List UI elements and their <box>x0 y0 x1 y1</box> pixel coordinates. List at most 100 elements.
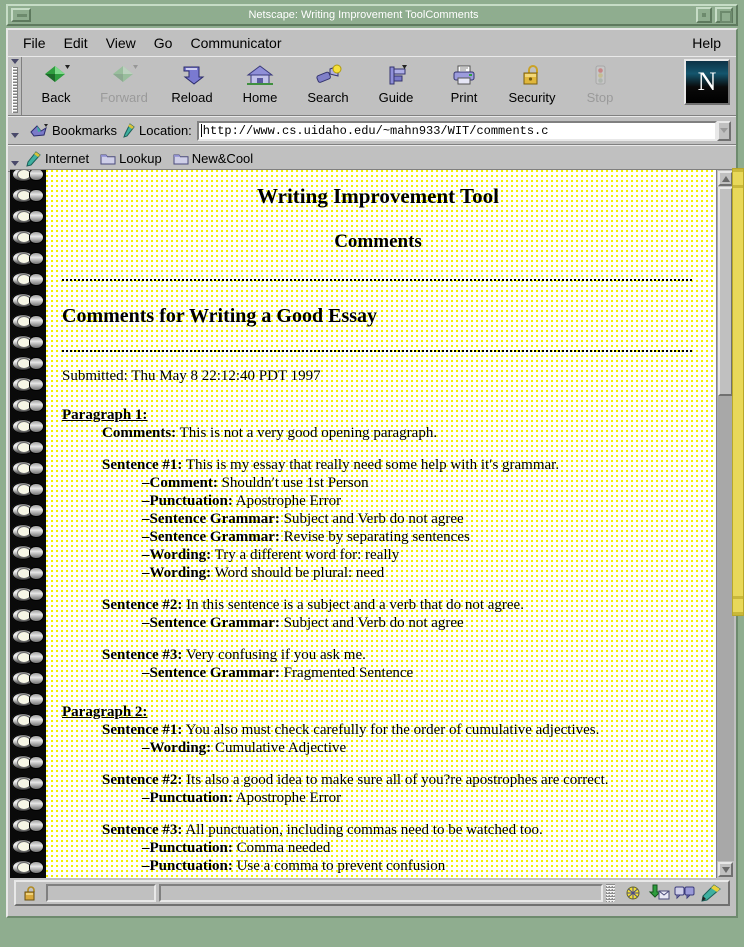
sentence-note: –Punctuation: Apostrophe Error <box>142 790 694 807</box>
spiral-ring <box>10 185 46 206</box>
bookmarks-label[interactable]: Bookmarks <box>52 123 117 138</box>
spiral-ring <box>10 794 46 815</box>
note-type: –Wording: <box>142 740 212 756</box>
forward-arrow-icon <box>90 62 158 89</box>
document-heading: Comments for Writing a Good Essay <box>62 305 378 327</box>
security-button[interactable]: Security <box>498 59 566 105</box>
reload-button[interactable]: Reload <box>158 59 226 105</box>
note-type: –Sentence Grammar: <box>142 529 280 545</box>
navigation-toolbar: Back Forward Reload Home Search Guide Pr… <box>8 56 736 116</box>
navigator-icon[interactable] <box>620 883 646 903</box>
location-toolbar: Bookmarks Location: http://www.cs.uidaho… <box>8 116 736 145</box>
sentence-label: Sentence #1: <box>102 722 183 738</box>
spiral-ring <box>10 374 46 395</box>
spiral-ring <box>10 857 46 878</box>
home-label: Home <box>242 90 278 105</box>
sentence-label: Sentence #1: <box>102 457 183 473</box>
scroll-up-button[interactable] <box>718 171 733 186</box>
note-text: Fragmented Sentence <box>279 665 414 681</box>
component-bar-grip[interactable] <box>606 884 615 902</box>
sentence-text: Very confusing if you ask me. <box>182 647 366 663</box>
sentence-note: –Punctuation: Comma needed <box>142 840 694 857</box>
note-type: –Sentence Grammar: <box>142 615 280 631</box>
spiral-ring <box>10 563 46 584</box>
home-button[interactable]: Home <box>226 59 294 105</box>
menu-communicator[interactable]: Communicator <box>181 33 290 53</box>
back-button[interactable]: Back <box>22 59 90 105</box>
netscape-logo-letter: N <box>697 67 717 96</box>
spiral-ring <box>10 626 46 647</box>
progress-meter <box>46 884 156 902</box>
bookmarks-icon[interactable] <box>29 123 49 139</box>
window-maximize-button[interactable] <box>715 7 733 23</box>
search-button[interactable]: Search <box>294 59 362 105</box>
personal-item-internet[interactable]: Internet <box>26 150 90 167</box>
scrollbar-thumb[interactable] <box>718 187 733 396</box>
sentence-note: –Sentence Grammar: Fragmented Sentence <box>142 665 694 682</box>
note-text: Apostrophe Error <box>232 493 342 509</box>
spiral-ring <box>10 542 46 563</box>
window-resize-rail[interactable] <box>732 168 744 616</box>
print-button[interactable]: Print <box>430 59 498 105</box>
menu-go[interactable]: Go <box>145 33 182 53</box>
stop-button[interactable]: Stop <box>566 59 634 105</box>
status-message <box>159 884 603 902</box>
navigation-toolbar-grip[interactable] <box>8 57 22 115</box>
window-minimize-button[interactable] <box>11 8 31 22</box>
note-text: Subject and Verb do not agree <box>279 511 464 527</box>
note-text: Try a different word for: really <box>211 547 400 563</box>
spiral-ring <box>10 479 46 500</box>
sentence-label: Sentence #2: <box>102 597 183 613</box>
menu-view[interactable]: View <box>97 33 145 53</box>
search-label: Search <box>307 90 349 105</box>
paragraph-heading: Paragraph 2: <box>62 704 148 720</box>
sentence-row: Sentence #1: You also must check careful… <box>102 722 694 739</box>
comment-text: This is not a very good opening paragrap… <box>176 425 438 441</box>
security-lock-icon <box>24 886 35 901</box>
spiral-ring <box>10 311 46 332</box>
menu-help[interactable]: Help <box>683 33 730 53</box>
personal-item-newcool[interactable]: New&Cool <box>173 151 253 166</box>
sentence-note: –Wording: Cumulative Adjective <box>142 740 694 757</box>
note-text: Apostrophe Error <box>232 790 342 806</box>
discussions-icon[interactable] <box>672 883 698 903</box>
spiral-ring <box>10 458 46 479</box>
note-type: –Punctuation: <box>142 790 233 806</box>
stop-light-icon <box>566 62 634 89</box>
spiral-ring <box>10 689 46 710</box>
note-text: Shouldn′t use 1st Person <box>217 475 369 491</box>
paragraph-list: Paragraph 1: Comments: This is not a very… <box>62 407 694 875</box>
sentence-note: –Punctuation: Apostrophe Error <box>142 493 694 510</box>
scroll-down-button[interactable] <box>718 862 733 877</box>
personal-toolbar: Internet Lookup New&Cool <box>8 145 736 172</box>
sentence-label: Sentence #3: <box>102 822 183 838</box>
spiral-binding-graphic <box>10 170 46 878</box>
sentence-row: Sentence #2: In this sentence is a subje… <box>102 597 694 614</box>
url-text: http://www.cs.uidaho.edu/~mahn933/WIT/co… <box>202 123 549 138</box>
menu-edit[interactable]: Edit <box>55 33 97 53</box>
text-caret <box>200 124 202 137</box>
security-label: Security <box>508 90 556 105</box>
url-input[interactable]: http://www.cs.uidaho.edu/~mahn933/WIT/co… <box>196 120 717 141</box>
netscape-logo[interactable]: N <box>684 59 730 105</box>
personal-item-internet-label: Internet <box>45 151 90 166</box>
note-type: –Sentence Grammar: <box>142 665 280 681</box>
personal-item-lookup[interactable]: Lookup <box>100 151 162 166</box>
note-type: –Punctuation: <box>142 840 233 856</box>
sentence-note: –Sentence Grammar: Subject and Verb do n… <box>142 615 694 632</box>
sentence-note: –Wording: Word should be plural: need <box>142 565 694 582</box>
url-dropdown-button[interactable] <box>717 120 731 141</box>
note-type: –Punctuation: <box>142 858 233 874</box>
status-security-lock[interactable] <box>16 882 46 904</box>
inbox-icon[interactable] <box>646 883 672 903</box>
note-text: Comma needed <box>232 840 331 856</box>
forward-button[interactable]: Forward <box>90 59 158 105</box>
location-label: Location: <box>139 123 192 138</box>
composer-icon[interactable] <box>698 883 724 903</box>
window-iconify-button[interactable] <box>696 7 712 23</box>
guide-button[interactable]: Guide <box>362 59 430 105</box>
menu-file[interactable]: File <box>14 33 55 53</box>
